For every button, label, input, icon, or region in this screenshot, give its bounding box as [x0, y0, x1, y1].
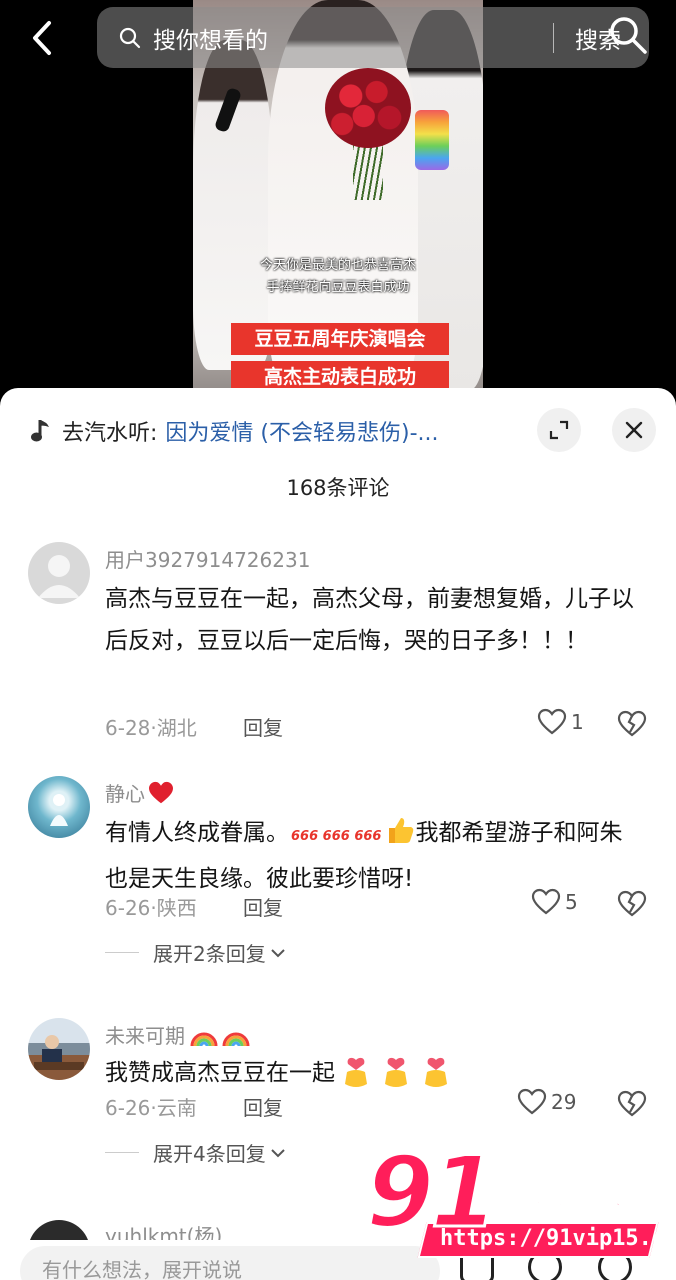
broken-heart-icon[interactable] — [617, 890, 647, 918]
comment-meta: 6-26·陕西 — [105, 896, 197, 920]
avatar[interactable] — [28, 1018, 90, 1080]
chevron-left-icon — [33, 21, 51, 55]
avatar-figure — [50, 794, 68, 826]
rainbow-shirt-graphic — [415, 110, 449, 170]
finger-heart-icon — [345, 1057, 367, 1087]
broken-heart-icon[interactable] — [617, 710, 647, 738]
like-button[interactable]: 5 — [531, 888, 578, 916]
close-button[interactable] — [612, 408, 656, 452]
search-icon[interactable] — [607, 14, 649, 56]
music-link[interactable]: 去汽水听: 因为爱情 (不会轻易悲伤)-... — [30, 414, 439, 448]
expand-replies-button[interactable]: 展开2条回复 — [105, 938, 286, 967]
close-icon — [625, 421, 643, 439]
video-caption-1: 豆豆五周年庆演唱会 — [231, 323, 449, 355]
search-input[interactable]: 搜你想看的 — [153, 21, 268, 55]
watermark-brand: 吃瓜中心 — [483, 1167, 645, 1215]
like-count: 1 — [571, 710, 584, 734]
comment-input-placeholder: 有什么想法，展开说说 — [42, 1258, 242, 1280]
music-prefix: 去汽水听: — [62, 421, 158, 446]
rainbow-icon — [222, 1032, 250, 1046]
expand-replies-label: 展开2条回复 — [153, 942, 266, 966]
expand-icon — [549, 420, 569, 440]
comment-count: 168条评论 — [286, 476, 390, 500]
reply-button[interactable]: 回复 — [243, 1092, 283, 1121]
comment-meta: 6-26·云南 — [105, 1096, 197, 1120]
comment-username[interactable]: 静心 — [105, 778, 174, 807]
search-icon — [119, 27, 141, 49]
watermark-url: https://91vip15.com — [440, 1226, 676, 1251]
username-text: 未来可期 — [105, 1024, 185, 1048]
video-subtitle-1: 今天你是最美的也恭喜高杰 — [259, 258, 416, 273]
music-note-icon — [31, 420, 49, 442]
comment-text: 高杰与豆豆在一起，高杰父母，前妻想复婚，儿子以后反对，豆豆以后一定后悔，哭的日子… — [105, 586, 634, 654]
avatar[interactable] — [28, 542, 90, 604]
chevron-down-icon — [271, 1148, 285, 1157]
chevron-down-icon — [271, 948, 285, 957]
avatar-figure — [34, 1035, 84, 1070]
finger-heart-icon — [425, 1057, 447, 1087]
avatar[interactable] — [28, 776, 90, 838]
flower-stems — [353, 140, 383, 200]
heart-icon — [531, 888, 561, 915]
heart-icon — [537, 708, 567, 735]
reply-button[interactable]: 回复 — [243, 712, 283, 741]
rainbow-icon — [190, 1032, 218, 1046]
expand-replies-button[interactable]: 展开4条回复 — [105, 1138, 286, 1167]
rose-bouquet — [325, 68, 411, 148]
comment-text: 有情人终成眷属。 666 666 666 我都希望游子和阿朱也是天生良缘。彼此要珍惜… — [105, 812, 645, 900]
like-button[interactable]: 1 — [537, 708, 584, 736]
search-divider — [553, 23, 554, 53]
finger-heart-icon — [385, 1057, 407, 1087]
expand-button[interactable] — [537, 408, 581, 452]
expand-replies-label: 展开4条回复 — [153, 1142, 266, 1166]
like-button[interactable]: 29 — [517, 1088, 576, 1116]
comment-meta: 6-28·湖北 — [105, 716, 197, 740]
music-title[interactable]: 因为爱情 (不会轻易悲伤)-... — [165, 415, 438, 447]
divider-line — [105, 952, 139, 953]
back-button[interactable] — [22, 18, 62, 58]
search-bar[interactable]: 搜你想看的 搜索 — [97, 7, 649, 68]
like-count: 5 — [565, 890, 578, 914]
broken-heart-icon[interactable] — [617, 1090, 647, 1118]
video-subtitle-2: 手捧鲜花向豆豆表白成功 — [266, 280, 410, 295]
thumbs-up-icon — [389, 818, 414, 843]
reply-button[interactable]: 回复 — [243, 892, 283, 921]
divider-line — [105, 1152, 139, 1153]
watermark-logo: 91 吃瓜中心 https://91vip15.com — [364, 1143, 676, 1264]
like-count: 29 — [551, 1090, 577, 1114]
comment-username[interactable]: 未来可期 — [105, 1020, 251, 1049]
username-text: 静心 — [105, 782, 145, 806]
comment-text-part: 有情人终成眷属。 — [105, 820, 289, 846]
red-heart-icon — [149, 781, 173, 803]
heart-icon — [517, 1088, 547, 1115]
comment-username[interactable]: 用户3927914726231 — [105, 544, 310, 573]
default-avatar-icon — [28, 542, 90, 604]
emoji-666: 666 666 666 — [291, 829, 382, 844]
comment-text-part: 我赞成高杰豆豆在一起 — [105, 1060, 335, 1086]
